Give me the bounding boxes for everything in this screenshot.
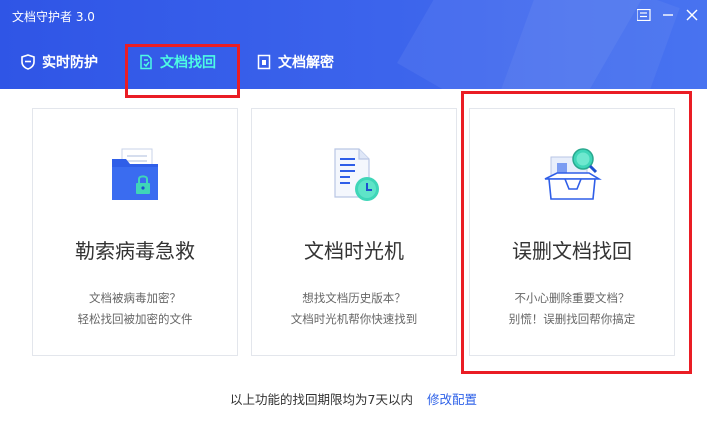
card-description: 不小心删除重要文档？	[514, 291, 630, 305]
footer: 以上功能的找回期限均为7天以内 修改配置	[0, 389, 707, 408]
card-ransomware-rescue[interactable]: 勒索病毒急救 文档被病毒加密？ 轻松找回被加密的文件	[32, 108, 238, 356]
minimize-icon	[663, 14, 673, 16]
card-document-time-machine[interactable]: 文档时光机 想找文档历史版本？ 文档时光机帮你快速找到	[251, 108, 457, 356]
title-bar: 文档守护者 3.0 实时防护 文档找回 文档解密	[0, 0, 707, 89]
card-deleted-document-recovery[interactable]: 误删文档找回 不小心删除重要文档？ 别慌！误删找回帮你搞定	[469, 108, 675, 356]
main-tabs: 实时防护 文档找回 文档解密	[0, 44, 707, 82]
tab-label: 文档解密	[278, 55, 334, 71]
tab-realtime-protection[interactable]: 实时防护	[20, 44, 98, 80]
card-title: 误删文档找回	[512, 239, 632, 263]
card-description: 轻松找回被加密的文件	[77, 312, 193, 326]
minimize-button[interactable]	[656, 5, 680, 25]
modify-config-link[interactable]: 修改配置	[427, 392, 477, 407]
tab-document-decrypt[interactable]: 文档解密	[256, 44, 334, 80]
locked-folder-icon	[106, 145, 166, 205]
card-title: 勒索病毒急救	[75, 239, 195, 263]
retention-note: 以上功能的找回期限均为7天以内	[230, 392, 413, 407]
box-search-icon	[543, 145, 603, 205]
tab-label: 文档找回	[160, 55, 216, 71]
card-description: 文档被病毒加密？	[89, 291, 181, 305]
menu-button[interactable]	[632, 5, 656, 25]
card-description: 想找文档历史版本？	[302, 291, 406, 305]
close-icon	[686, 9, 698, 21]
menu-icon	[637, 9, 651, 21]
shield-icon	[20, 54, 36, 70]
document-clock-icon	[325, 145, 385, 205]
tab-label: 实时防护	[42, 55, 98, 71]
card-description: 文档时光机帮你快速找到	[290, 312, 418, 326]
document-recovery-icon	[138, 54, 154, 70]
tab-document-recovery[interactable]: 文档找回	[138, 44, 216, 80]
close-button[interactable]	[680, 5, 704, 25]
document-decrypt-icon	[256, 54, 272, 70]
app-title: 文档守护者 3.0	[12, 10, 95, 24]
card-title: 文档时光机	[304, 239, 404, 263]
card-description: 别慌！误删找回帮你搞定	[508, 312, 636, 326]
